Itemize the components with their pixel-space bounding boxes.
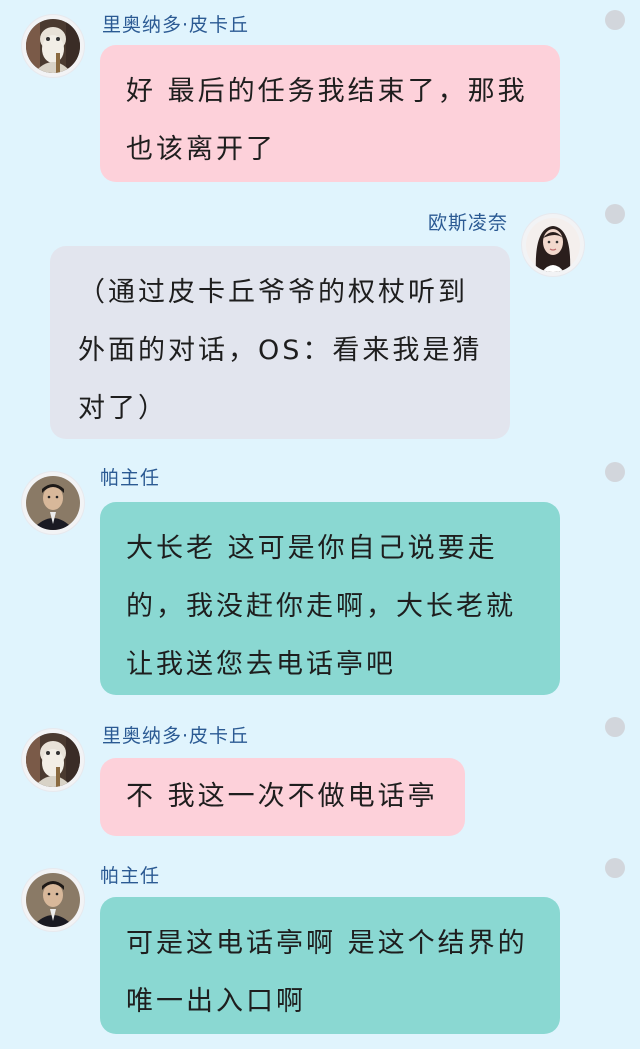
more-dot-icon[interactable] [605, 717, 625, 737]
message-line: 让我送您去电话亭吧 [126, 649, 396, 680]
avatar-pikachu-elder[interactable] [22, 729, 84, 791]
message-line: 好 最后的任务我结束了，那我 [126, 76, 528, 107]
avatar-oslingnai[interactable] [522, 214, 584, 276]
message-line: 对了） [78, 393, 168, 424]
message-bubble[interactable]: 大长老 这可是你自己说要走 的，我没赶你走啊，大长老就 让我送您去电话亭吧 [100, 502, 560, 695]
message-line: 外面的对话，OS：看来我是猜 [78, 335, 483, 366]
sender-name: 帕主任 [100, 467, 161, 489]
message-line: 大长老 这可是你自己说要走 [126, 533, 498, 564]
director-avatar-image [26, 873, 80, 927]
sender-name: 帕主任 [100, 865, 161, 887]
message-bubble[interactable]: 好 最后的任务我结束了，那我 也该离开了 [100, 45, 560, 182]
message-line: 的，我没赶你走啊，大长老就 [126, 591, 516, 622]
message-bubble[interactable]: （通过皮卡丘爷爷的权杖听到 外面的对话，OS：看来我是猜 对了） [50, 246, 510, 439]
more-dot-icon[interactable] [605, 10, 625, 30]
avatar-director-pa[interactable] [22, 472, 84, 534]
sender-name: 里奥纳多·皮卡丘 [102, 14, 250, 36]
more-dot-icon[interactable] [605, 462, 625, 482]
message-line: 唯一出入口啊 [126, 986, 306, 1017]
message-line: 可是这电话亭啊 是这个结界的 [126, 928, 528, 959]
sender-name: 欧斯凌奈 [427, 212, 508, 234]
message-line: 不 我这一次不做电话亭 [126, 781, 438, 812]
sender-name: 里奥纳多·皮卡丘 [102, 725, 250, 747]
more-dot-icon[interactable] [605, 204, 625, 224]
message-line: 也该离开了 [126, 134, 276, 165]
more-dot-icon[interactable] [605, 858, 625, 878]
message-bubble[interactable]: 不 我这一次不做电话亭 [100, 758, 465, 836]
oslingnai-avatar-image [526, 218, 580, 272]
elder-avatar-image [26, 19, 80, 73]
elder-avatar-image [26, 733, 80, 787]
avatar-director-pa[interactable] [22, 869, 84, 931]
message-bubble[interactable]: 可是这电话亭啊 是这个结界的 唯一出入口啊 [100, 897, 560, 1034]
message-line: （通过皮卡丘爷爷的权杖听到 [78, 277, 468, 308]
director-avatar-image [26, 476, 80, 530]
avatar-pikachu-elder[interactable] [22, 15, 84, 77]
